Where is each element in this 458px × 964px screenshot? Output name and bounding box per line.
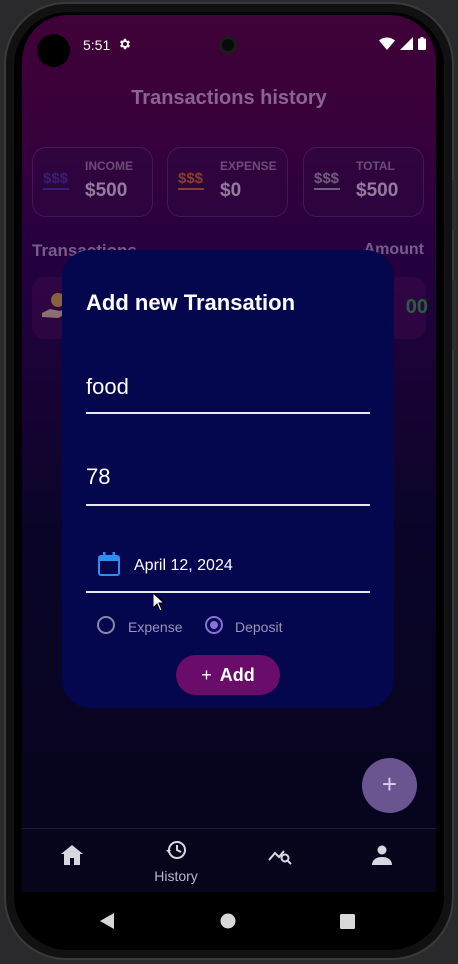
income-card: $$$ INCOME $500 — [32, 147, 153, 217]
phone-screen: 5:51 Transactions history $$$ INCOME $50… — [22, 15, 436, 949]
nav-home[interactable] — [32, 845, 112, 870]
expense-label: EXPENSE — [220, 159, 277, 173]
calendar-icon[interactable] — [98, 552, 120, 576]
battery-icon — [418, 37, 426, 50]
signal-icon — [400, 37, 413, 50]
expense-icon: $$$ — [178, 170, 204, 187]
home-circle-icon[interactable] — [220, 913, 236, 929]
name-field-value: food — [86, 374, 129, 399]
expense-radio-label[interactable]: Expense — [128, 619, 182, 635]
history-icon — [166, 841, 186, 859]
status-time: 5:51 — [83, 37, 111, 53]
page-title: Transactions history — [131, 87, 327, 109]
nav-history[interactable]: History — [136, 839, 216, 884]
nav-history-label: History — [154, 868, 198, 884]
wifi-icon — [379, 37, 395, 50]
amount-field[interactable]: 78 — [86, 446, 370, 506]
recents-icon[interactable] — [340, 914, 355, 929]
system-navigation-bar — [22, 892, 436, 949]
gear-icon — [119, 38, 131, 50]
total-arrow-icon — [314, 188, 340, 190]
transaction-amount: 00 — [405, 296, 428, 318]
expense-arrow-icon — [178, 188, 204, 190]
analytics-search-icon — [268, 850, 292, 865]
add-button[interactable]: + Add — [176, 655, 280, 695]
front-camera — [37, 34, 70, 67]
income-value: $500 — [85, 180, 128, 201]
income-icon: $$$ — [43, 170, 69, 187]
date-underline — [86, 591, 370, 593]
date-value[interactable]: April 12, 2024 — [134, 557, 233, 575]
center-camera — [219, 36, 237, 54]
add-transaction-dialog: Add new Transation food 78 April 12, 202… — [62, 250, 394, 708]
deposit-radio-label[interactable]: Deposit — [235, 619, 282, 635]
total-icon: $$$ — [314, 170, 340, 187]
mouse-cursor-icon — [153, 593, 165, 611]
nav-analytics[interactable] — [240, 845, 320, 870]
bottom-navigation: History — [22, 828, 436, 892]
income-label: INCOME — [85, 159, 133, 173]
total-label: TOTAL — [356, 159, 395, 173]
deposit-radio[interactable] — [205, 616, 223, 634]
expense-value: $0 — [220, 180, 242, 201]
amount-field-value: 78 — [86, 464, 111, 489]
nav-profile[interactable] — [342, 845, 422, 870]
total-card: $$$ TOTAL $500 — [303, 147, 424, 217]
status-bar: 5:51 — [22, 15, 436, 75]
person-icon — [372, 845, 392, 865]
expense-card: $$$ EXPENSE $0 — [167, 147, 288, 217]
add-transaction-fab[interactable]: + — [362, 758, 417, 813]
expense-radio[interactable] — [97, 616, 115, 634]
status-icons — [379, 37, 426, 50]
add-button-label: Add — [219, 665, 255, 685]
total-value: $500 — [356, 180, 399, 201]
add-plus-icon: + — [201, 665, 212, 685]
home-icon — [61, 845, 83, 865]
dialog-title: Add new Transation — [86, 290, 296, 315]
volume-button — [452, 280, 456, 350]
power-button — [452, 180, 456, 230]
back-icon[interactable] — [100, 913, 114, 929]
name-field[interactable]: food — [86, 358, 370, 414]
income-arrow-icon — [43, 188, 69, 190]
